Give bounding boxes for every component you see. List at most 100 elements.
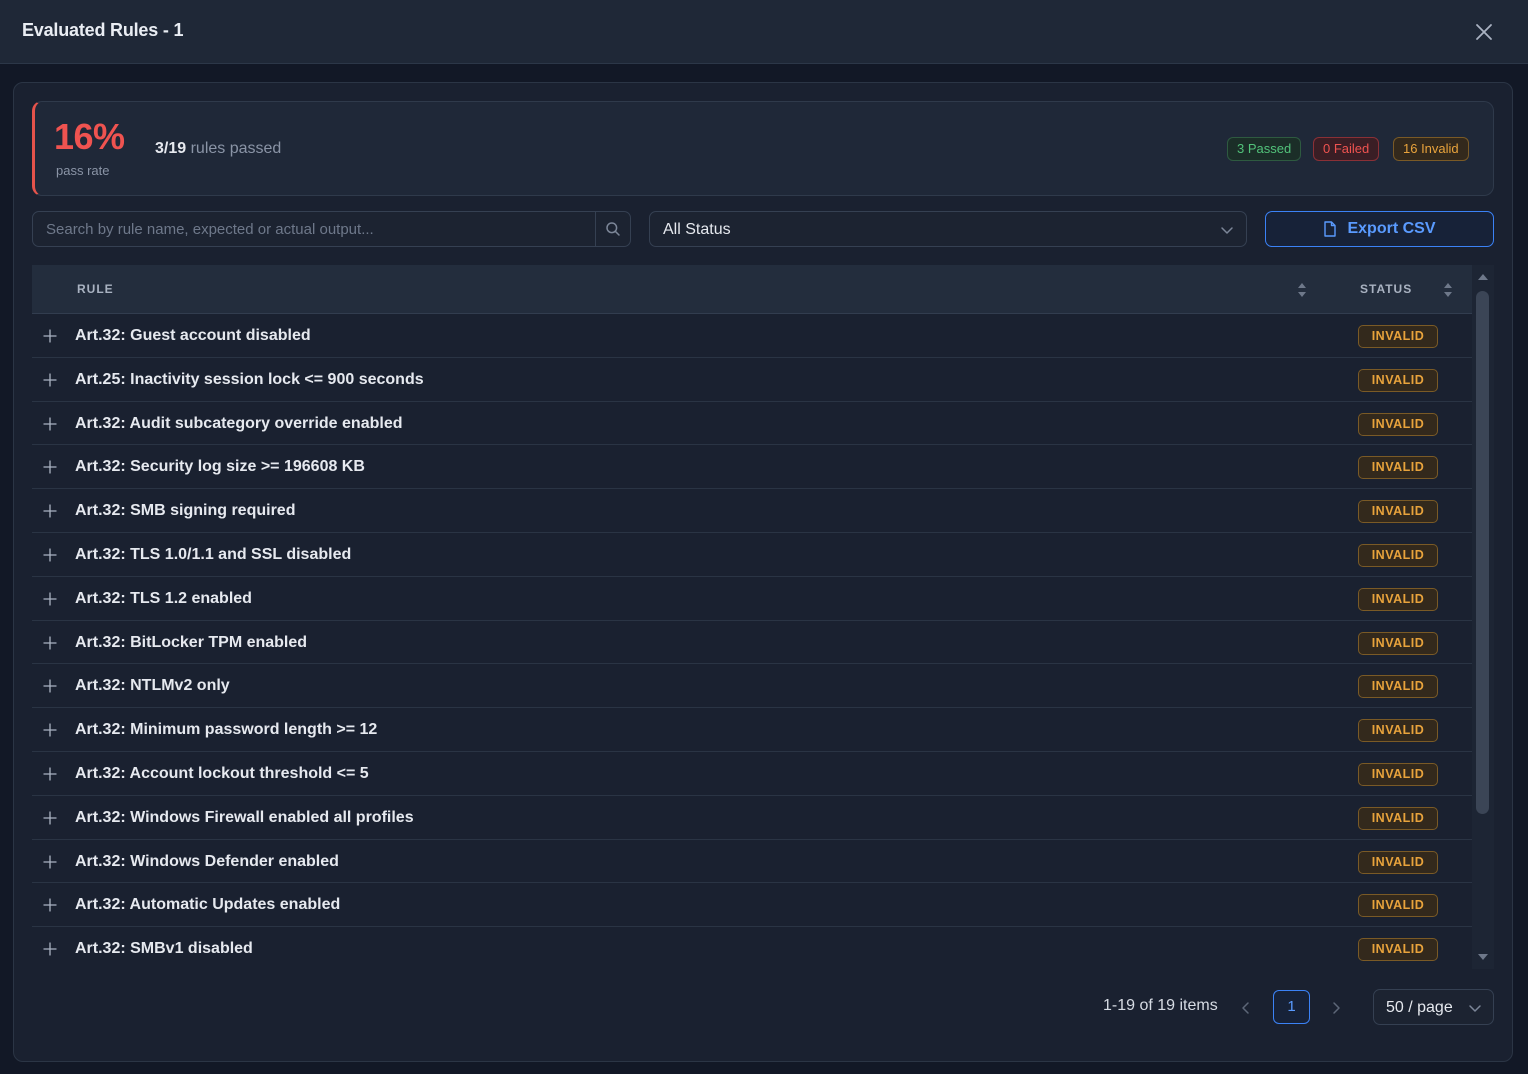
rule-name: Art.32: Windows Defender enabled xyxy=(75,852,339,870)
rule-name: Art.32: Minimum password length >= 12 xyxy=(75,721,378,739)
table-row[interactable]: Art.32: TLS 1.0/1.1 and SSL disabled INVA… xyxy=(32,532,1472,577)
rule-name: Art.25: Inactivity session lock <= 900 s… xyxy=(75,370,424,388)
search-button[interactable] xyxy=(595,212,630,246)
status-badge: INVALID xyxy=(1358,543,1438,567)
sort-icon[interactable] xyxy=(1442,280,1454,300)
chevron-down-icon xyxy=(1221,227,1233,234)
status-badge: INVALID xyxy=(1358,850,1438,874)
status-badge: INVALID xyxy=(1358,675,1438,699)
rule-name: Art.32: TLS 1.2 enabled xyxy=(75,589,252,607)
column-header-rule[interactable]: RULE xyxy=(77,282,114,296)
chevron-left-icon xyxy=(1242,1002,1249,1014)
status-filter-select[interactable]: All Status xyxy=(649,211,1247,247)
table-row[interactable]: Art.32: NTLMv2 only INVALID xyxy=(32,664,1472,709)
status-badge: INVALID xyxy=(1358,368,1438,392)
expand-row-button[interactable] xyxy=(42,372,58,388)
chevron-down-icon xyxy=(1469,1005,1481,1012)
plus-icon xyxy=(43,373,57,387)
page-size-select[interactable]: 50 / page xyxy=(1373,989,1494,1025)
expand-row-button[interactable] xyxy=(42,635,58,651)
page-size-value: 50 / page xyxy=(1386,999,1453,1016)
plus-icon xyxy=(43,416,57,431)
search-box xyxy=(32,211,631,247)
table-row[interactable]: Art.32: Audit subcategory override enabl… xyxy=(32,401,1472,446)
chevron-right-icon xyxy=(1333,1002,1340,1014)
table-row[interactable]: Art.32: Automatic Updates enabled INVALID xyxy=(32,883,1472,928)
table-row[interactable]: Art.32: Security log size >= 196608 KB IN… xyxy=(32,445,1472,490)
status-badge: INVALID xyxy=(1358,938,1438,962)
rules-passed-summary: 3/19 rules passed xyxy=(155,140,281,158)
table-scrollbar[interactable] xyxy=(1472,265,1494,969)
plus-icon xyxy=(43,460,57,475)
expand-row-button[interactable] xyxy=(42,547,58,563)
column-header-status[interactable]: STATUS xyxy=(1360,282,1412,296)
expand-row-button[interactable] xyxy=(42,810,58,826)
search-icon xyxy=(606,222,620,236)
page-number-button[interactable]: 1 xyxy=(1273,990,1310,1024)
passed-count-badge: 3 Passed xyxy=(1227,137,1302,161)
status-badge: INVALID xyxy=(1358,806,1438,830)
expand-row-button[interactable] xyxy=(42,459,58,475)
export-csv-button[interactable]: Export CSV xyxy=(1265,211,1494,247)
expand-row-button[interactable] xyxy=(42,722,58,738)
summary-panel: 16% pass rate 3/19 rules passed 3 Passed… xyxy=(32,101,1494,196)
status-badge: INVALID xyxy=(1358,325,1438,348)
rule-name: Art.32: Audit subcategory override enabl… xyxy=(75,414,403,432)
sort-icon[interactable] xyxy=(1296,280,1308,300)
status-badge: INVALID xyxy=(1358,719,1438,743)
pagination-total: 1-19 of 19 items xyxy=(1103,997,1218,1014)
expand-row-button[interactable] xyxy=(42,503,58,519)
close-button[interactable] xyxy=(1470,18,1498,46)
table-row[interactable]: Art.32: Minimum password length >= 12 INV… xyxy=(32,708,1472,752)
modal-title: Evaluated Rules - 1 xyxy=(22,20,184,40)
table-row[interactable]: Art.32: Account lockout threshold <= 5 IN… xyxy=(32,751,1472,796)
status-badge: INVALID xyxy=(1358,631,1438,655)
status-badge: INVALID xyxy=(1358,894,1438,918)
export-csv-label: Export CSV xyxy=(1347,220,1436,237)
plus-icon xyxy=(43,679,57,694)
expand-row-button[interactable] xyxy=(42,854,58,870)
expand-row-button[interactable] xyxy=(42,897,58,913)
pass-rate-caption: pass rate xyxy=(56,163,110,178)
rule-name: Art.32: Security log size >= 196608 KB xyxy=(75,458,365,476)
table-row[interactable]: Art.32: Windows Defender enabled INVALID xyxy=(32,839,1472,884)
rules-table: RULE STATUS Art.32: Guest account disabl… xyxy=(32,265,1472,969)
previous-page-button[interactable] xyxy=(1236,998,1256,1018)
scroll-down-icon[interactable] xyxy=(1477,952,1489,962)
scroll-up-icon[interactable] xyxy=(1477,272,1489,282)
expand-row-button[interactable] xyxy=(42,941,58,957)
plus-icon xyxy=(43,767,57,781)
rules-passed-count: 3/19 xyxy=(155,140,187,157)
table-row[interactable]: Art.32: Windows Firewall enabled all pro… xyxy=(32,795,1472,840)
expand-row-button[interactable] xyxy=(42,328,58,344)
plus-icon xyxy=(43,592,57,606)
table-row[interactable]: Art.32: Guest account disabled INVALID xyxy=(32,314,1472,358)
plus-icon xyxy=(43,504,57,518)
close-icon xyxy=(1476,24,1492,40)
table-row[interactable]: Art.32: SMB signing required INVALID xyxy=(32,489,1472,533)
rule-name: Art.32: TLS 1.0/1.1 and SSL disabled xyxy=(75,545,352,563)
expand-row-button[interactable] xyxy=(42,416,58,432)
pass-rate-value: 16% xyxy=(54,116,125,157)
next-page-button[interactable] xyxy=(1326,998,1346,1018)
rule-name: Art.32: Guest account disabled xyxy=(75,327,311,344)
table-row[interactable]: Art.25: Inactivity session lock <= 900 s… xyxy=(32,357,1472,402)
expand-row-button[interactable] xyxy=(42,766,58,782)
plus-icon xyxy=(43,548,57,562)
rule-name: Art.32: Windows Firewall enabled all pro… xyxy=(75,808,414,826)
expand-row-button[interactable] xyxy=(42,591,58,607)
plus-icon xyxy=(43,329,57,343)
rule-name: Art.32: Account lockout threshold <= 5 xyxy=(75,764,369,782)
rule-name: Art.32: NTLMv2 only xyxy=(75,677,230,695)
expand-row-button[interactable] xyxy=(42,678,58,694)
table-row[interactable]: Art.32: SMBv1 disabled INVALID xyxy=(32,927,1472,969)
status-badge: INVALID xyxy=(1358,500,1438,524)
rules-passed-text: rules passed xyxy=(190,140,282,157)
search-input[interactable] xyxy=(33,212,595,246)
table-row[interactable]: Art.32: TLS 1.2 enabled INVALID xyxy=(32,576,1472,621)
file-icon xyxy=(1324,221,1337,237)
plus-icon xyxy=(43,942,57,956)
table-row[interactable]: Art.32: BitLocker TPM enabled INVALID xyxy=(32,620,1472,665)
scrollbar-thumb[interactable] xyxy=(1476,291,1489,814)
status-badge: INVALID xyxy=(1358,587,1438,611)
